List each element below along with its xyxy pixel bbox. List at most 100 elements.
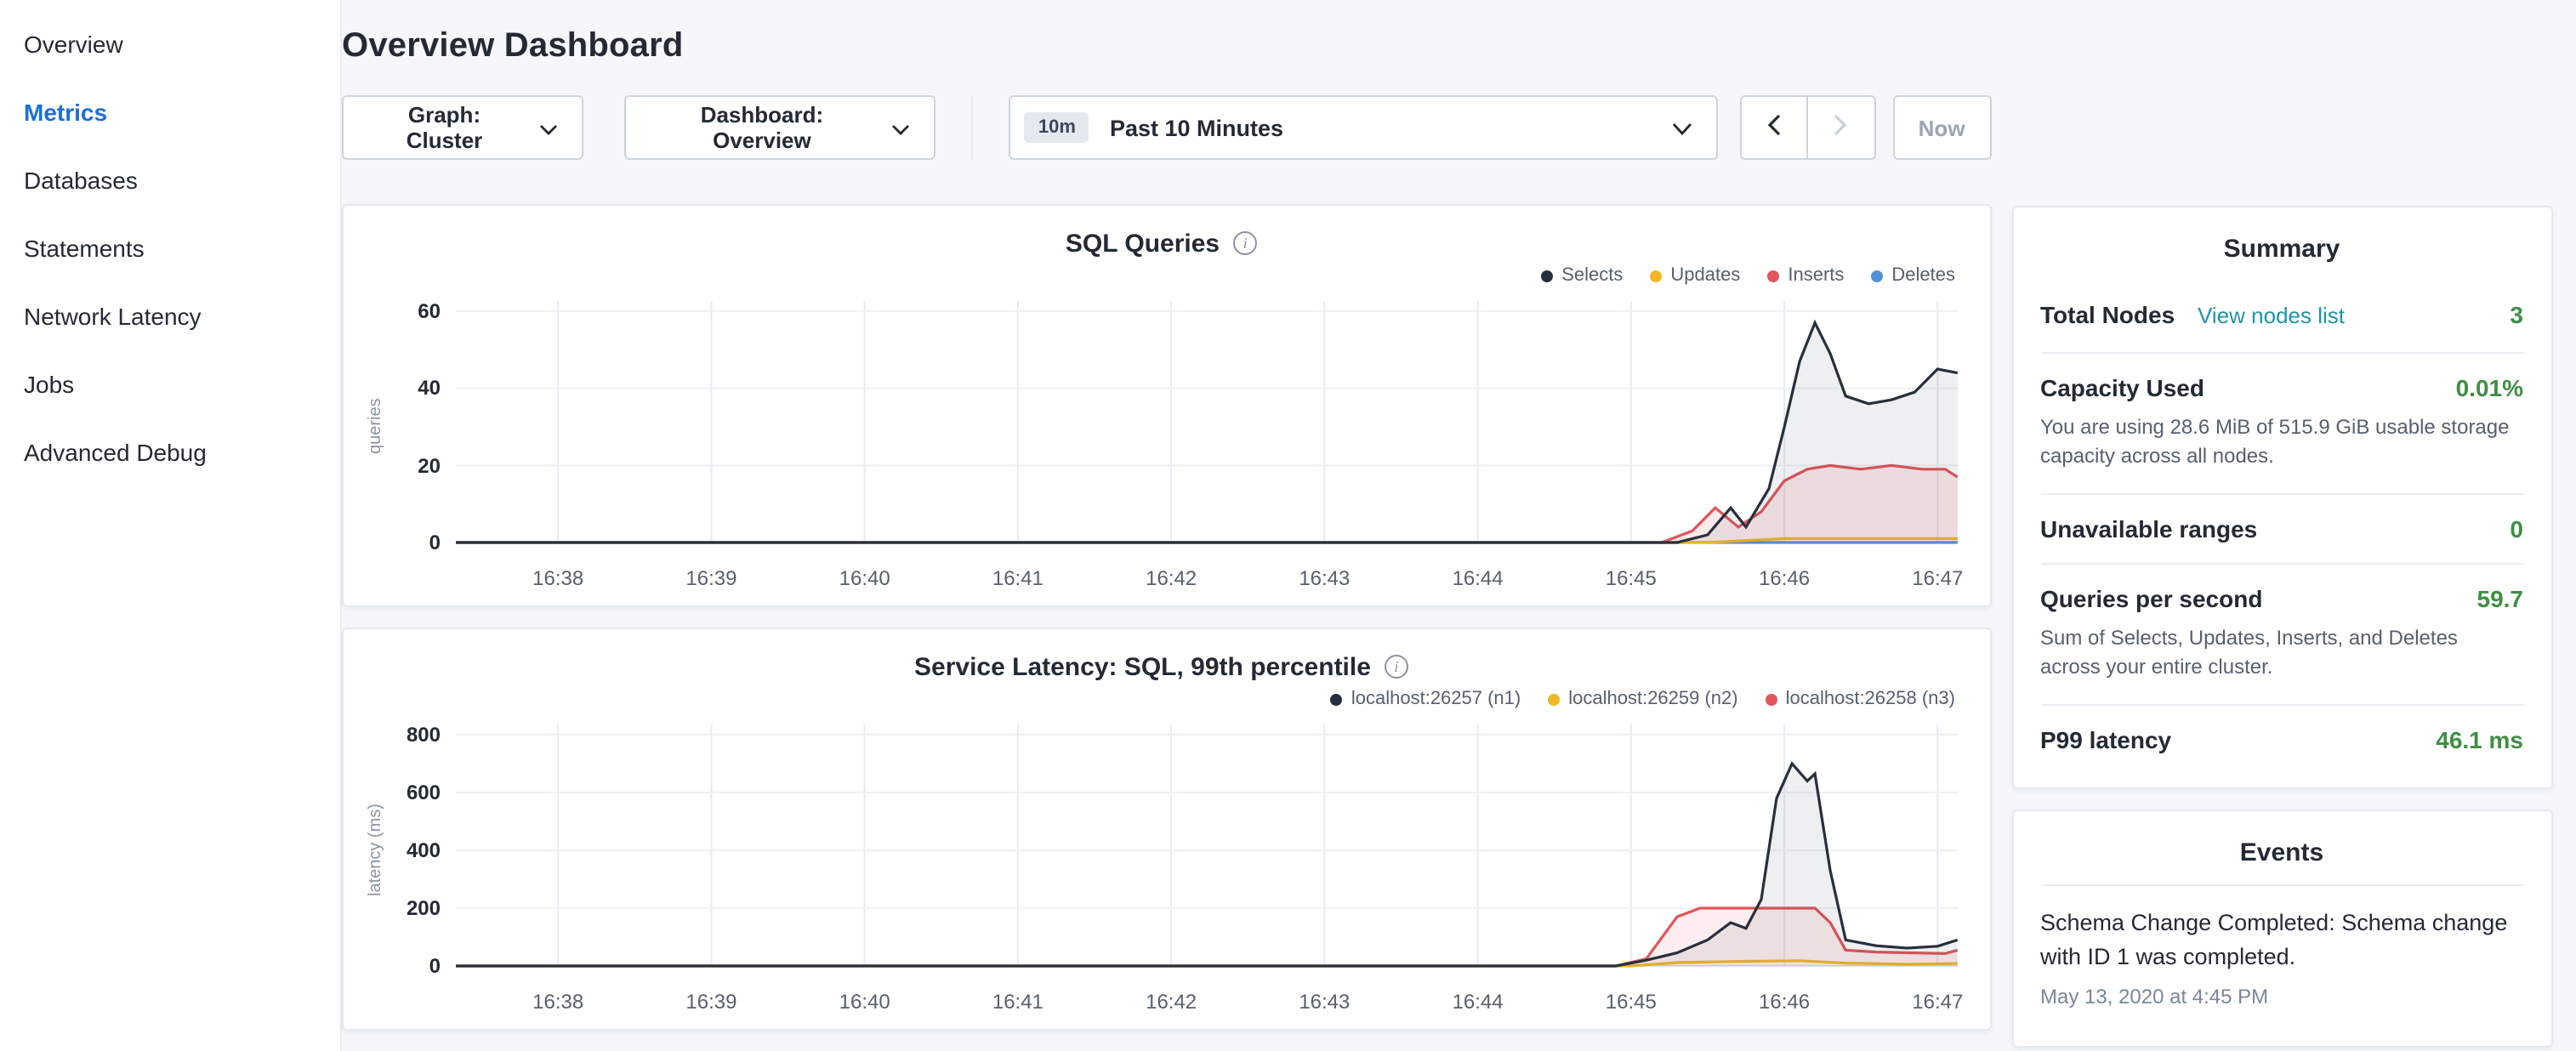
time-step-buttons	[1739, 95, 1875, 160]
chevron-left-icon	[1766, 114, 1780, 141]
legend-item-localhost-26258-n3-: localhost:26258 (n3)	[1766, 689, 1955, 709]
x-tick-label: 16:42	[1146, 566, 1197, 590]
chevron-down-icon	[1671, 115, 1692, 140]
chevron-right-icon	[1834, 114, 1847, 141]
x-tick-label: 16:44	[1453, 990, 1504, 1014]
x-tick-label: 16:40	[839, 990, 890, 1014]
y-axis-label: latency (ms)	[364, 714, 388, 986]
service-latency-plot[interactable]	[456, 714, 1959, 986]
legend-label: Updates	[1670, 265, 1740, 286]
summary-label: Total Nodes	[2040, 301, 2175, 328]
summary-row-capacity-used: Capacity Used 0.01% You are using 28.6 M…	[2040, 352, 2523, 493]
sidebar-item-network-latency[interactable]: Network Latency	[0, 282, 340, 350]
x-tick-label: 16:38	[532, 990, 583, 1014]
legend-item-updates: Updates	[1650, 265, 1740, 286]
summary-row-total-nodes: Total Nodes View nodes list 3	[2040, 281, 2523, 352]
y-axis: 0200400600800	[388, 714, 456, 986]
chart-title-row: SQL Queries i	[364, 226, 1959, 260]
x-tick-label: 16:47	[1912, 566, 1963, 590]
event-text: Schema Change Completed: Schema change w…	[2040, 906, 2523, 977]
events-card: Events Schema Change Completed: Schema c…	[2011, 809, 2552, 1048]
time-step-back-button[interactable]	[1739, 95, 1807, 160]
legend-label: localhost:26257 (n1)	[1351, 689, 1521, 709]
x-tick-label: 16:47	[1912, 990, 1963, 1014]
info-icon[interactable]: i	[1385, 655, 1408, 679]
chart-title-row: Service Latency: SQL, 99th percentile i	[364, 650, 1959, 684]
x-axis: 16:3816:3916:4016:4116:4216:4316:4416:45…	[456, 986, 1959, 1014]
chart-body: latency (ms) 0200400600800 16:3816:3916:…	[364, 714, 1959, 1014]
x-tick-label: 16:43	[1299, 990, 1350, 1014]
chart-title: Service Latency: SQL, 99th percentile	[914, 652, 1371, 681]
events-title: Events	[2040, 838, 2523, 866]
x-tick-label: 16:44	[1453, 566, 1504, 590]
summary-value: 59.7	[2477, 585, 2524, 612]
graph-scope-label: Graph: Cluster	[367, 102, 521, 153]
summary-value: 46.1 ms	[2436, 725, 2523, 753]
y-tick-label: 0	[429, 531, 441, 554]
time-range-label: Past 10 Minutes	[1110, 115, 1283, 140]
summary-label: Capacity Used	[2040, 374, 2204, 401]
dashboard-dropdown[interactable]: Dashboard: Overview	[623, 95, 936, 160]
sidebar-item-statements[interactable]: Statements	[0, 214, 340, 282]
y-tick-label: 400	[407, 838, 441, 862]
sql-queries-plot[interactable]	[456, 291, 1959, 563]
sidebar-item-databases[interactable]: Databases	[0, 146, 340, 214]
time-range-selector[interactable]: 10m Past 10 Minutes	[1009, 95, 1717, 160]
summary-label: Queries per second	[2040, 585, 2262, 612]
x-tick-label: 16:46	[1759, 990, 1810, 1014]
now-button[interactable]: Now	[1892, 95, 1991, 160]
event-item[interactable]: Schema Change Completed: Schema change w…	[2040, 883, 2523, 1033]
plot-column: 16:3816:3916:4016:4116:4216:4316:4416:45…	[456, 714, 1959, 1014]
plot-column: 16:3816:3916:4016:4116:4216:4316:4416:45…	[456, 291, 1959, 590]
x-tick-label: 16:45	[1606, 990, 1657, 1014]
legend-dot	[1766, 693, 1777, 705]
x-tick-label: 16:39	[685, 990, 736, 1014]
y-tick-label: 200	[407, 896, 441, 920]
sidebar-item-jobs[interactable]: Jobs	[0, 350, 340, 418]
x-tick-label: 16:39	[685, 566, 736, 590]
view-nodes-list-link[interactable]: View nodes list	[2198, 303, 2345, 328]
legend-label: localhost:26259 (n2)	[1568, 689, 1737, 709]
chevron-down-icon	[892, 115, 911, 140]
x-tick-label: 16:46	[1759, 566, 1810, 590]
app-root: Overview Metrics Databases Statements Ne…	[0, 0, 2576, 1051]
chevron-down-icon	[538, 115, 557, 140]
sql-queries-chart-card: SQL Queries i SelectsUpdatesInsertsDelet…	[342, 204, 1991, 607]
chart-legend: SelectsUpdatesInsertsDeletes	[364, 264, 1955, 287]
summary-value: 3	[2510, 301, 2523, 328]
summary-value: 0	[2510, 515, 2523, 543]
legend-dot	[1548, 693, 1560, 705]
legend-label: Selects	[1561, 265, 1623, 286]
legend-item-localhost-26259-n2-: localhost:26259 (n2)	[1548, 689, 1737, 709]
summary-description: Sum of Selects, Updates, Inserts, and De…	[2040, 624, 2523, 684]
chart-body: queries 0204060 16:3816:3916:4016:4116:4…	[364, 291, 1959, 590]
legend-dot	[1871, 270, 1883, 281]
x-tick-label: 16:41	[992, 566, 1043, 590]
legend-dot	[1331, 693, 1343, 705]
left-nav: Overview Metrics Databases Statements Ne…	[0, 0, 342, 1051]
x-tick-label: 16:43	[1299, 566, 1350, 590]
x-tick-label: 16:45	[1606, 566, 1657, 590]
event-timestamp: May 13, 2020 at 4:45 PM	[2040, 986, 2523, 1009]
x-tick-label: 16:41	[992, 990, 1043, 1014]
legend-item-selects: Selects	[1541, 265, 1623, 286]
summary-label: Unavailable ranges	[2040, 515, 2257, 543]
legend-label: Inserts	[1788, 265, 1844, 286]
sidebar-item-advanced-debug[interactable]: Advanced Debug	[0, 418, 340, 486]
summary-description: You are using 28.6 MiB of 515.9 GiB usab…	[2040, 413, 2523, 473]
y-axis: 0204060	[388, 291, 456, 563]
right-sidebar: Summary Total Nodes View nodes list 3 Ca…	[2011, 0, 2576, 1051]
sidebar-item-overview[interactable]: Overview	[0, 10, 340, 78]
y-tick-label: 20	[418, 453, 441, 477]
sidebar-item-metrics[interactable]: Metrics	[0, 78, 340, 146]
graph-scope-dropdown[interactable]: Graph: Cluster	[342, 95, 583, 160]
y-axis-label: queries	[364, 291, 388, 563]
y-tick-label: 600	[407, 781, 441, 804]
legend-dot	[1541, 270, 1553, 281]
info-icon[interactable]: i	[1233, 231, 1257, 255]
time-step-forward-button[interactable]	[1807, 95, 1875, 160]
dashboard-label: Dashboard: Overview	[649, 102, 875, 153]
y-tick-label: 40	[418, 377, 441, 401]
summary-row-queries-per-second: Queries per second 59.7 Sum of Selects, …	[2040, 563, 2523, 704]
summary-card: Summary Total Nodes View nodes list 3 Ca…	[2011, 206, 2552, 788]
